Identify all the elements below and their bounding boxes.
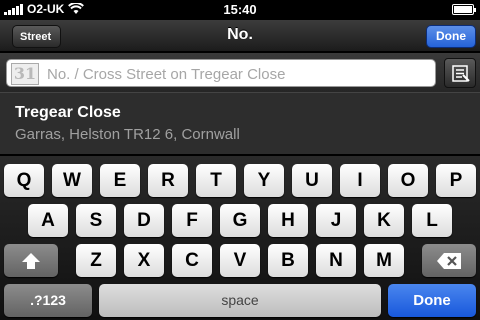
shift-key[interactable] <box>4 244 58 277</box>
key-z[interactable]: Z <box>76 244 116 277</box>
key-y[interactable]: Y <box>244 164 284 197</box>
search-input[interactable] <box>47 63 427 85</box>
key-c[interactable]: C <box>172 244 212 277</box>
done-button[interactable]: Done <box>426 25 476 48</box>
key-r[interactable]: R <box>148 164 188 197</box>
keyboard: .?123 space Done QWERTYUIOP ASDFGHJKL ZXCV… <box>0 156 480 320</box>
key-p[interactable]: P <box>436 164 476 197</box>
key-o[interactable]: O <box>388 164 428 197</box>
list-button[interactable] <box>444 58 476 88</box>
key-s[interactable]: S <box>76 204 116 237</box>
search-area: 31 <box>0 53 480 92</box>
battery-icon <box>452 4 476 15</box>
key-h[interactable]: H <box>268 204 308 237</box>
search-result-row[interactable]: Tregear Close Garras, Helston TR12 6, Co… <box>0 92 480 154</box>
numbers-key[interactable]: .?123 <box>4 284 92 317</box>
list-icon <box>452 65 470 82</box>
result-subtitle: Garras, Helston TR12 6, Cornwall <box>15 126 240 143</box>
shift-arrow-icon <box>22 252 40 269</box>
space-key[interactable]: space <box>99 284 381 317</box>
key-k[interactable]: K <box>364 204 404 237</box>
key-v[interactable]: V <box>220 244 260 277</box>
key-d[interactable]: D <box>124 204 164 237</box>
page-title: No. <box>227 26 253 43</box>
key-f[interactable]: F <box>172 204 212 237</box>
result-title: Tregear Close <box>15 104 121 121</box>
calendar-icon: 31 <box>11 63 39 85</box>
key-t[interactable]: T <box>196 164 236 197</box>
status-bar: O2-UK 15:40 <box>0 0 480 20</box>
key-u[interactable]: U <box>292 164 332 197</box>
key-e[interactable]: E <box>100 164 140 197</box>
key-x[interactable]: X <box>124 244 164 277</box>
key-n[interactable]: N <box>316 244 356 277</box>
navigation-bar: Street No. Done <box>0 20 480 52</box>
backspace-key[interactable] <box>422 244 476 277</box>
key-a[interactable]: A <box>28 204 68 237</box>
key-q[interactable]: Q <box>4 164 44 197</box>
key-m[interactable]: M <box>364 244 404 277</box>
key-j[interactable]: J <box>316 204 356 237</box>
key-b[interactable]: B <box>268 244 308 277</box>
clock: 15:40 <box>223 2 257 17</box>
keyboard-done-key[interactable]: Done <box>388 284 476 317</box>
key-l[interactable]: L <box>412 204 452 237</box>
key-w[interactable]: W <box>52 164 92 197</box>
key-i[interactable]: I <box>340 164 380 197</box>
search-field[interactable]: 31 <box>6 59 436 87</box>
backspace-icon <box>437 252 461 269</box>
key-g[interactable]: G <box>220 204 260 237</box>
